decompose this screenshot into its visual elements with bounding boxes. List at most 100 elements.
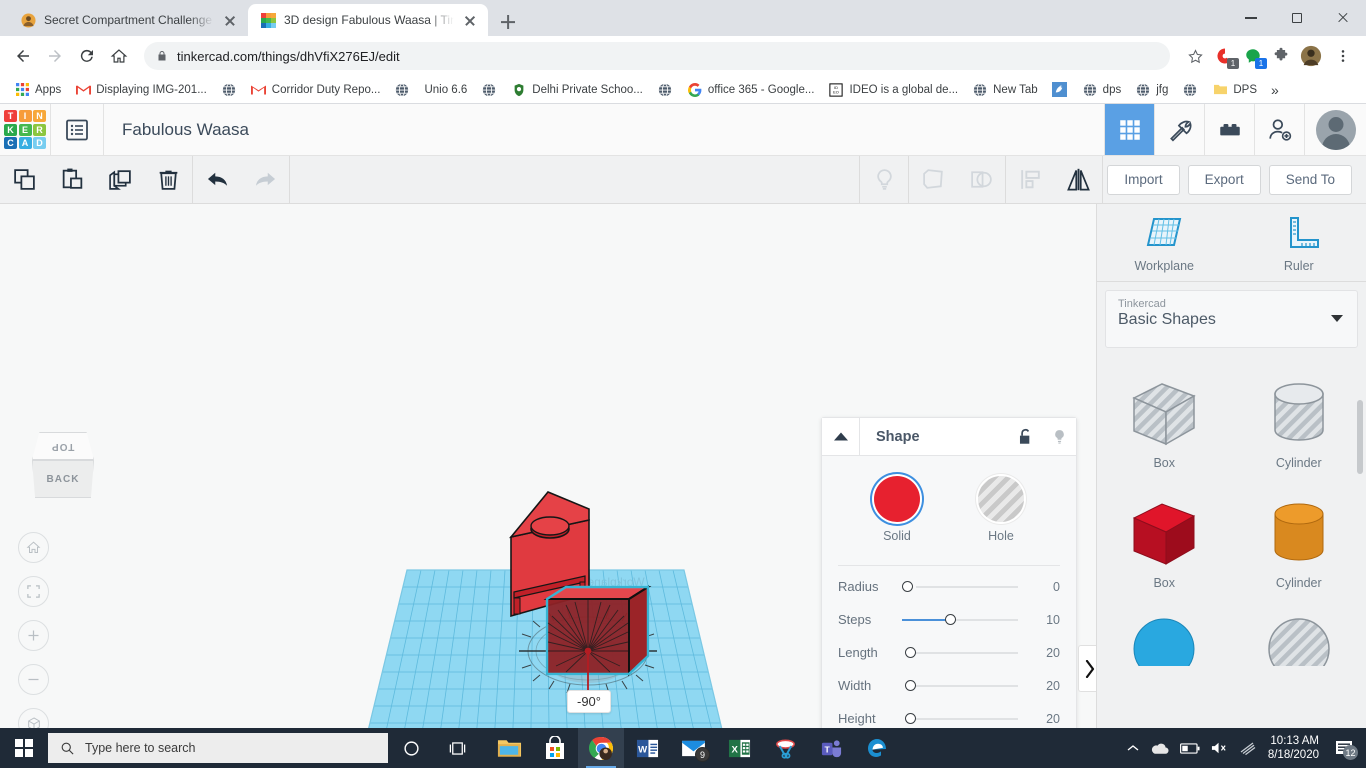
- browser-tab-1[interactable]: Secret Compartment Challenge -: [8, 4, 248, 36]
- bookmark-apps[interactable]: Apps: [8, 79, 67, 101]
- caret-down-icon[interactable]: [1331, 315, 1343, 322]
- bookmarks-overflow-button[interactable]: »: [1265, 82, 1285, 98]
- maximize-button[interactable]: [1274, 0, 1320, 36]
- green-chat-extension-icon[interactable]: 1: [1240, 43, 1267, 69]
- slider-track-area[interactable]: [902, 679, 1026, 693]
- bookmark-bird[interactable]: [1046, 79, 1074, 101]
- send-to-button[interactable]: Send To: [1268, 164, 1352, 195]
- page-title[interactable]: Fabulous Waasa: [104, 104, 267, 155]
- export-button[interactable]: Export: [1187, 164, 1261, 195]
- shape-item-cylinder-solid[interactable]: Cylinder: [1232, 486, 1366, 600]
- solid-color-swatch[interactable]: [874, 476, 920, 522]
- puzzle-extensions-icon[interactable]: [1268, 43, 1294, 69]
- bookmark-new-tab[interactable]: New Tab: [966, 79, 1044, 101]
- slider-radius[interactable]: Radius 0: [822, 570, 1076, 603]
- chevron-up-icon[interactable]: [822, 418, 860, 455]
- minimize-button[interactable]: [1228, 0, 1274, 36]
- tray-overflow-chevron-up-icon[interactable]: [1127, 743, 1139, 753]
- duplicate-icon[interactable]: [96, 156, 144, 203]
- wifi-icon[interactable]: [1239, 741, 1257, 755]
- add-person-icon[interactable]: [1254, 104, 1304, 155]
- shape-item-box-solid[interactable]: Box: [1097, 486, 1232, 600]
- microsoft-store-icon[interactable]: [532, 728, 578, 768]
- workplane-tool[interactable]: Workplane: [1097, 204, 1232, 281]
- bookmark-displaying-img[interactable]: Displaying IMG-201...: [69, 79, 213, 101]
- cortana-icon[interactable]: [388, 728, 434, 768]
- back-button[interactable]: [8, 41, 38, 71]
- microsoft-teams-icon[interactable]: T: [808, 728, 854, 768]
- volume-muted-icon[interactable]: [1211, 741, 1228, 755]
- microsoft-edge-icon[interactable]: [854, 728, 900, 768]
- bookmark-globe-5[interactable]: [1176, 79, 1204, 101]
- zoom-in-icon[interactable]: [18, 620, 49, 651]
- browser-tab-2[interactable]: 3D design Fabulous Waasa | Tink: [248, 4, 488, 36]
- bookmark-unio[interactable]: Unio 6.6: [418, 81, 473, 99]
- reload-button[interactable]: [72, 41, 102, 71]
- slider-height[interactable]: Height 20: [822, 702, 1076, 728]
- paste-icon[interactable]: [48, 156, 96, 203]
- bookmark-delhi-private-school[interactable]: Delhi Private Schoo...: [505, 79, 649, 101]
- slider-track-area[interactable]: [902, 712, 1026, 726]
- google-chrome-icon[interactable]: [578, 728, 624, 768]
- home-button[interactable]: [104, 41, 134, 71]
- view-cube[interactable]: TOP BACK: [24, 432, 102, 500]
- tinkercad-logo[interactable]: T I N K E R C A D: [0, 104, 50, 155]
- bookmark-dps[interactable]: dps: [1076, 79, 1128, 101]
- home-view-icon[interactable]: [18, 532, 49, 563]
- red-extension-icon[interactable]: 1: [1212, 43, 1239, 69]
- slider-steps[interactable]: Steps 10: [822, 603, 1076, 636]
- profile-avatar[interactable]: [1296, 41, 1326, 71]
- slider-length[interactable]: Length 20: [822, 636, 1076, 669]
- pickaxe-minecraft-icon[interactable]: [1154, 104, 1204, 155]
- close-window-button[interactable]: [1320, 0, 1366, 36]
- undo-icon[interactable]: [193, 156, 241, 203]
- sidebar-scrollbar[interactable]: [1357, 400, 1363, 474]
- shape-library-select[interactable]: Tinkercad Basic Shapes: [1105, 290, 1358, 348]
- onedrive-cloud-icon[interactable]: [1150, 742, 1169, 755]
- bookmark-globe-3[interactable]: [475, 79, 503, 101]
- battery-icon[interactable]: [1179, 742, 1200, 754]
- address-bar[interactable]: tinkercad.com/things/dhVfiX276EJ/edit: [144, 42, 1170, 70]
- lightbulb-icon[interactable]: [1042, 427, 1076, 446]
- copy-icon[interactable]: [0, 156, 48, 203]
- new-tab-button[interactable]: [494, 8, 522, 36]
- shape-item-sphere-solid[interactable]: [1097, 606, 1232, 676]
- import-button[interactable]: Import: [1107, 164, 1180, 195]
- microsoft-word-icon[interactable]: W: [624, 728, 670, 768]
- bookmark-jfg[interactable]: jfg: [1129, 79, 1174, 101]
- panel-collapse-handle[interactable]: [1078, 645, 1096, 692]
- action-center-icon[interactable]: 12: [1330, 728, 1358, 768]
- windows-start-icon[interactable]: [0, 728, 48, 768]
- forward-button[interactable]: [40, 41, 70, 71]
- shape-item-cylinder-hole[interactable]: Cylinder: [1232, 366, 1366, 480]
- solid-mode-option[interactable]: Solid: [874, 476, 920, 543]
- bookmark-office-365[interactable]: office 365 - Google...: [681, 79, 821, 101]
- grid-apps-icon[interactable]: [1104, 104, 1154, 155]
- search-input[interactable]: Type here to search: [48, 733, 388, 763]
- slider-track-area[interactable]: [902, 646, 1026, 660]
- microsoft-excel-icon[interactable]: X: [716, 728, 762, 768]
- project-list-button[interactable]: [51, 104, 103, 155]
- view-cube-front-face[interactable]: BACK: [32, 460, 94, 498]
- file-explorer-icon[interactable]: [486, 728, 532, 768]
- shape-item-box-hole[interactable]: Box: [1097, 366, 1232, 480]
- three-dot-menu-icon[interactable]: [1328, 41, 1358, 71]
- snip-and-sketch-icon[interactable]: [762, 728, 808, 768]
- bookmark-globe-2[interactable]: [388, 79, 416, 101]
- clock[interactable]: 10:13 AM 8/18/2020: [1268, 734, 1319, 762]
- bookmark-ideo[interactable]: ID EO IDEO is a global de...: [822, 79, 964, 101]
- unlock-icon[interactable]: [1008, 427, 1042, 446]
- slider-width[interactable]: Width 20: [822, 669, 1076, 702]
- fit-to-view-icon[interactable]: [18, 576, 49, 607]
- task-view-icon[interactable]: [434, 728, 480, 768]
- mail-icon[interactable]: 9: [670, 728, 716, 768]
- bookmark-folder-dps[interactable]: DPS: [1206, 79, 1263, 101]
- bookmark-globe-1[interactable]: [215, 79, 243, 101]
- lego-brick-icon[interactable]: [1204, 104, 1254, 155]
- tab-close-icon[interactable]: [222, 12, 238, 28]
- bookmark-globe-4[interactable]: [651, 79, 679, 101]
- tab-close-icon[interactable]: [462, 12, 478, 28]
- zoom-out-icon[interactable]: [18, 664, 49, 695]
- hole-pattern-swatch[interactable]: [978, 476, 1024, 522]
- star-bookmark-icon[interactable]: [1180, 41, 1210, 71]
